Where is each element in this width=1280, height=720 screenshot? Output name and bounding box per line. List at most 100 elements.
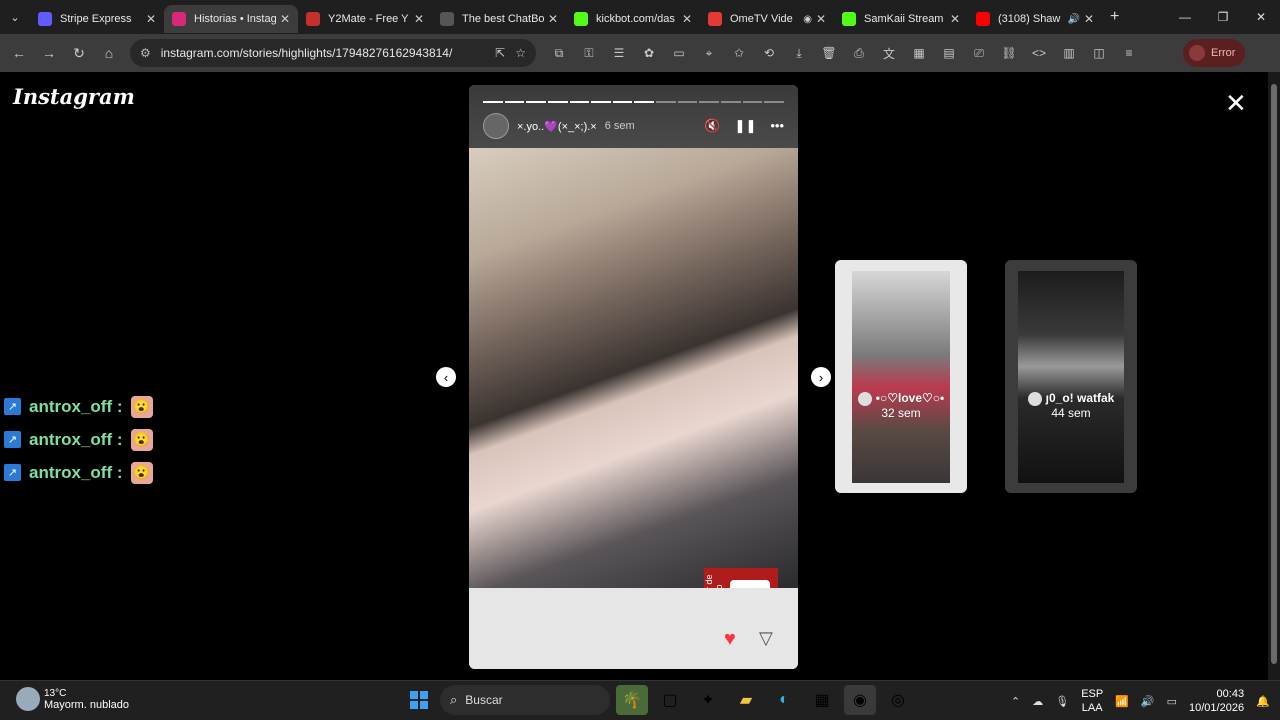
link-icon[interactable]: ⛓ [994, 38, 1024, 68]
kick-badge-icon: ↗ [4, 398, 21, 415]
close-tab-icon[interactable]: ✕ [146, 12, 156, 26]
tab-youtube[interactable]: (3108) Shaw 🔊 ✕ [968, 5, 1102, 33]
weather-widget[interactable]: 13°C Mayorm. nublado [16, 687, 129, 711]
tab-stripe[interactable]: Stripe Express ✕ [30, 5, 164, 33]
close-tab-icon[interactable]: ✕ [280, 12, 290, 26]
close-tab-icon[interactable]: ✕ [548, 12, 558, 26]
location-icon[interactable]: ⌖ [694, 38, 724, 68]
restore-icon[interactable]: ❐ [1204, 0, 1242, 34]
previous-story-button[interactable]: ‹ [436, 367, 456, 387]
pause-icon[interactable]: ❚❚ [735, 118, 757, 134]
story-image[interactable]: simulador de autismo [469, 148, 798, 632]
wifi-icon[interactable]: 📶 [1115, 695, 1129, 708]
media-controls-icon[interactable]: ≡ [1114, 38, 1144, 68]
apps-icon[interactable]: ▦ [904, 38, 934, 68]
show-hidden-icons-icon[interactable]: ⌃ [1011, 695, 1020, 708]
notification-bell-icon[interactable]: 🔔 [1256, 695, 1270, 708]
close-tab-icon[interactable]: ✕ [816, 12, 826, 26]
tab-title: SamKaii Stream [864, 13, 944, 25]
profile-error-button[interactable]: Error [1183, 39, 1246, 67]
story-time: 6 sem [604, 120, 635, 132]
site-info-icon[interactable]: ⚙ [140, 46, 151, 60]
cast-icon[interactable]: ⎚ [964, 38, 994, 68]
onedrive-icon[interactable]: ☁ [1032, 695, 1043, 708]
code-icon[interactable]: <> [1024, 38, 1054, 68]
microphone-icon[interactable]: 🎙 [1055, 695, 1069, 708]
reading-mode-icon[interactable]: ▤ [934, 38, 964, 68]
progress-segment [504, 101, 525, 103]
more-options-icon[interactable]: ••• [770, 118, 784, 134]
clock[interactable]: 00:43 10/01/2026 [1189, 687, 1244, 715]
favorites-icon[interactable]: ✩ [724, 38, 754, 68]
card-icon[interactable]: ▭ [664, 38, 694, 68]
back-icon[interactable]: ← [4, 38, 34, 68]
trash-icon[interactable]: 🗑 [814, 38, 844, 68]
muted-speaker-icon[interactable]: 🔇 [704, 118, 720, 134]
progress-segment [634, 101, 655, 103]
tab-search-chevron-icon[interactable]: ⌄ [0, 0, 30, 34]
language-indicator[interactable]: ESP LAA [1081, 687, 1103, 715]
cloud-weather-icon [16, 687, 40, 711]
send-icon[interactable]: ▽ [759, 628, 773, 649]
tab-chatbot[interactable]: The best ChatBo ✕ [432, 5, 566, 33]
extension-icon[interactable]: ⧉ [544, 38, 574, 68]
install-icon[interactable]: ⇱ [495, 46, 505, 60]
translate-icon[interactable]: 文 [874, 38, 904, 68]
scrollbar-thumb[interactable] [1271, 84, 1277, 664]
bookmark-star-icon[interactable]: ☆ [515, 46, 526, 60]
tab-title: kickbot.com/das [596, 13, 675, 25]
face-emote-icon: 😮 [130, 428, 153, 451]
copilot-icon[interactable]: ✦ [692, 685, 724, 715]
progress-segment [699, 101, 720, 103]
taskbar-search[interactable]: ⌕ Buscar [440, 685, 610, 715]
error-label: Error [1211, 47, 1236, 59]
widgets-icon[interactable]: 🌴 [616, 685, 648, 715]
avatar[interactable] [483, 113, 509, 139]
tab-kickbot[interactable]: kickbot.com/das ✕ [566, 5, 700, 33]
home-icon[interactable]: ⌂ [94, 38, 124, 68]
history-icon[interactable]: ⟲ [754, 38, 784, 68]
reader-icon[interactable]: ☰ [604, 38, 634, 68]
store-icon[interactable]: ▦ [806, 685, 838, 715]
heart-icon[interactable]: ♥ [724, 628, 736, 651]
next-highlight-preview[interactable]: •○♡love♡○• 32 sem [835, 260, 967, 493]
close-stories-icon[interactable]: ✕ [1225, 90, 1247, 116]
chrome-icon[interactable]: ◉ [844, 685, 876, 715]
progress-segment [742, 101, 763, 103]
instagram-logo[interactable]: Instagram [13, 84, 135, 109]
page-scrollbar[interactable] [1268, 72, 1280, 680]
reload-icon[interactable]: ↻ [64, 38, 94, 68]
address-bar[interactable]: ⚙ instagram.com/stories/highlights/17948… [130, 39, 536, 67]
next-story-button[interactable]: › [811, 367, 831, 387]
close-tab-icon[interactable]: ✕ [414, 12, 424, 26]
file-explorer-icon[interactable]: ▰ [730, 685, 762, 715]
story-username[interactable]: ×.yo..💜(×_×;).× [517, 120, 597, 133]
close-tab-icon[interactable]: ✕ [950, 12, 960, 26]
print-icon[interactable]: ⎙ [844, 38, 874, 68]
youtube-icon [976, 12, 990, 26]
battery-icon[interactable]: ▭ [1167, 695, 1177, 708]
obs-icon[interactable]: ◎ [882, 685, 914, 715]
tab-instagram[interactable]: Historias • Instag ✕ [164, 5, 298, 33]
close-window-icon[interactable]: ✕ [1242, 0, 1280, 34]
minimize-icon[interactable]: — [1166, 0, 1204, 34]
tab-ometv[interactable]: OmeTV Vide ◉ ✕ [700, 5, 834, 33]
key-icon[interactable]: ⚿ [574, 38, 604, 68]
windows-start-icon[interactable] [404, 685, 434, 715]
sidepanel-icon[interactable]: ▥ [1054, 38, 1084, 68]
download-icon[interactable]: ⤓ [784, 38, 814, 68]
tab-y2mate[interactable]: Y2Mate - Free Y ✕ [298, 5, 432, 33]
story-viewer[interactable]: simulador de autismo ×.yo..💜(×_×;).× 6 s… [469, 85, 798, 669]
next-highlight-preview[interactable]: ȷ0_o! watfak 44 sem [1005, 260, 1137, 493]
forward-icon[interactable]: → [34, 38, 64, 68]
progress-segment [656, 101, 676, 103]
close-tab-icon[interactable]: ✕ [1084, 12, 1094, 26]
split-icon[interactable]: ◫ [1084, 38, 1114, 68]
new-tab-icon[interactable]: + [1110, 8, 1119, 26]
extension-icon[interactable]: ✿ [634, 38, 664, 68]
tab-samkaii[interactable]: SamKaii Stream ✕ [834, 5, 968, 33]
edge-icon[interactable]: ◐ [768, 685, 800, 715]
task-view-icon[interactable]: ▢ [654, 685, 686, 715]
close-tab-icon[interactable]: ✕ [682, 12, 692, 26]
volume-icon[interactable]: 🔊 [1141, 695, 1155, 708]
